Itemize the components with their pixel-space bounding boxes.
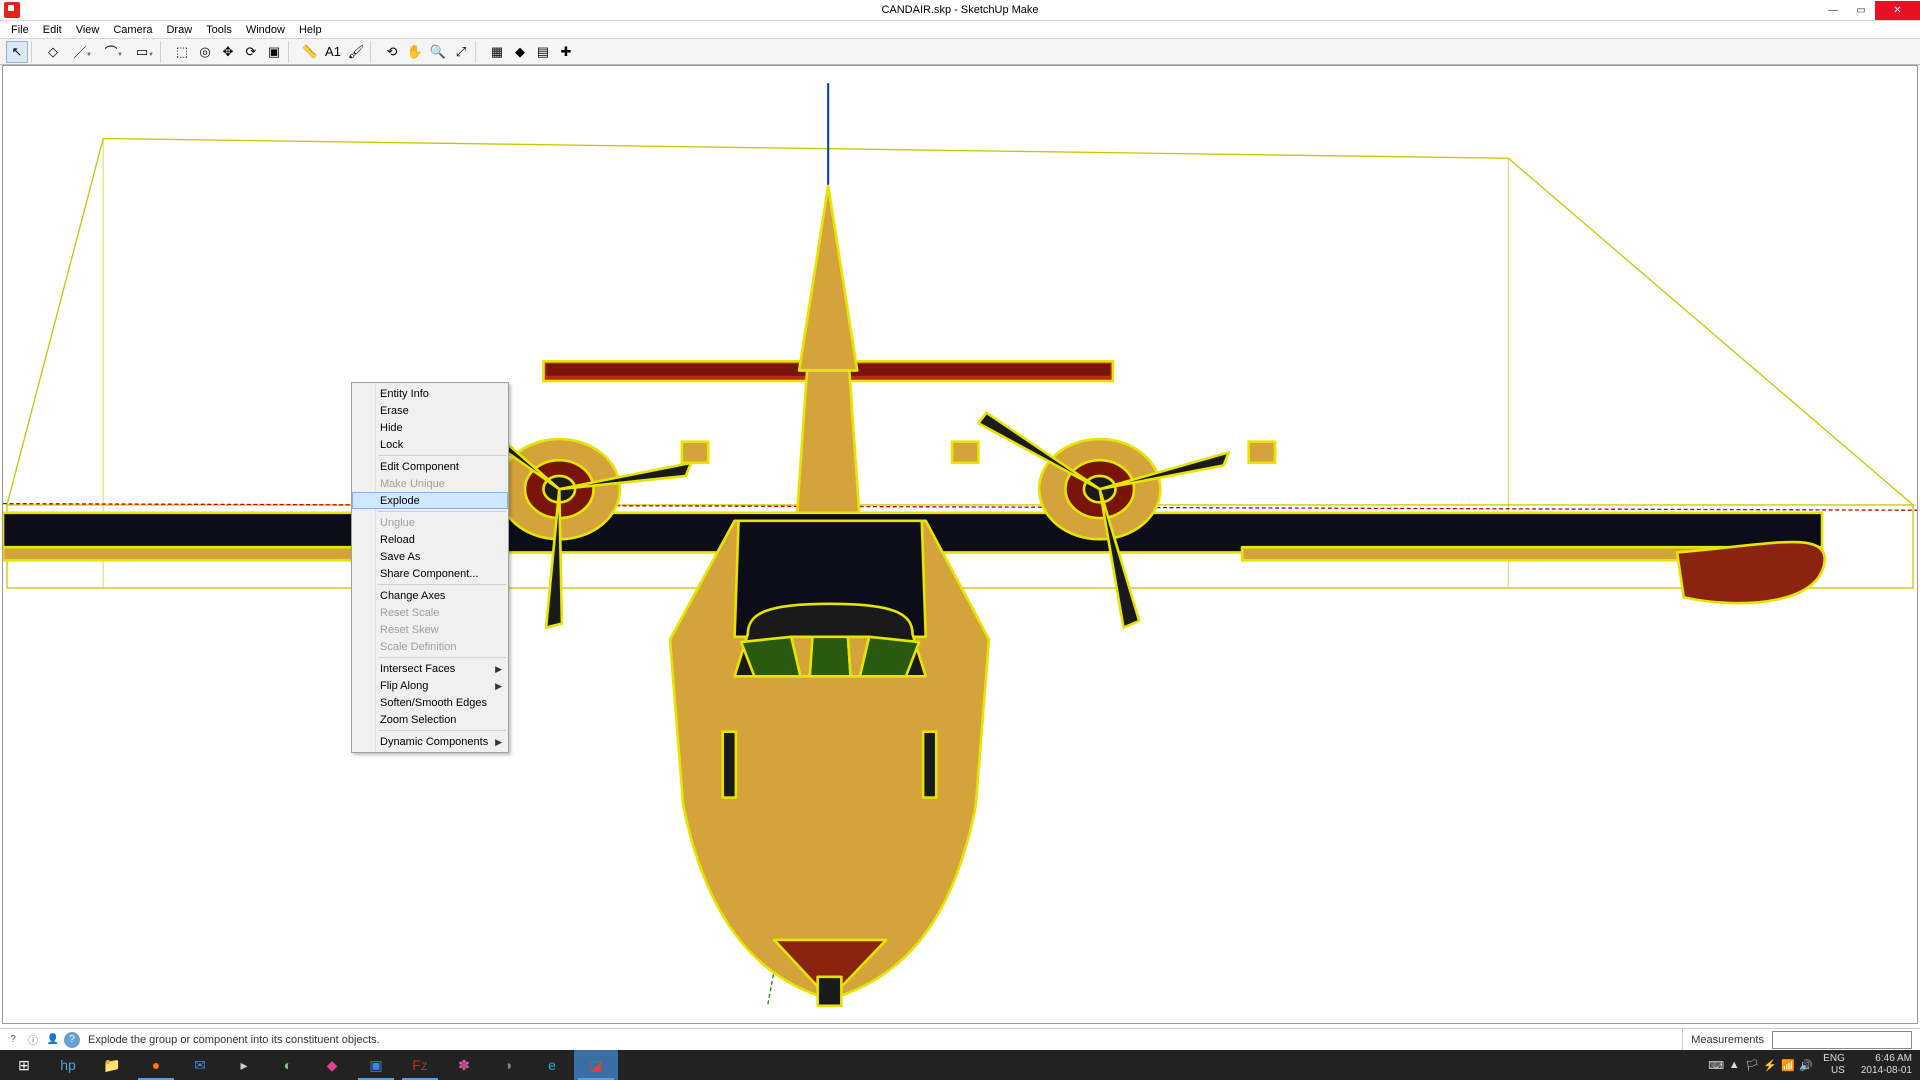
taskbar-sketchup[interactable]: ◪ [574, 1050, 618, 1080]
ctx-share-component[interactable]: Share Component... [352, 565, 508, 582]
ctx-lock[interactable]: Lock [352, 436, 508, 453]
tray-lang-top[interactable]: ENG [1823, 1053, 1845, 1065]
taskbar-painter[interactable]: ◐ [266, 1050, 310, 1080]
text-tool[interactable]: A1 [322, 41, 344, 63]
ctx-zoom-selection[interactable]: Zoom Selection [352, 711, 508, 728]
ctx-soften-smooth-edges[interactable]: Soften/Smooth Edges [352, 694, 508, 711]
ctx-reset-scale: Reset Scale [352, 604, 508, 621]
maximize-button[interactable]: ▭ [1847, 1, 1875, 20]
ctx-unglue: Unglue [352, 514, 508, 531]
info-icon[interactable]: ⓘ [24, 1031, 42, 1049]
ctx-reload[interactable]: Reload [352, 531, 508, 548]
ctx-change-axes[interactable]: Change Axes [352, 587, 508, 604]
status-hint: Explode the group or component into its … [88, 1034, 380, 1046]
ctx-reset-skew: Reset Skew [352, 621, 508, 638]
ctx-scale-definition: Scale Definition [352, 638, 508, 655]
measurements-input[interactable] [1772, 1031, 1912, 1049]
layers-tool[interactable]: ◆ [509, 41, 531, 63]
offset-tool[interactable]: ◎ [194, 41, 216, 63]
menu-tools[interactable]: Tools [199, 22, 239, 38]
ctx-save-as[interactable]: Save As [352, 548, 508, 565]
select-tool[interactable]: ↖ [6, 41, 28, 63]
ctx-intersect-faces[interactable]: Intersect Faces▶ [352, 660, 508, 677]
menu-bar: FileEditViewCameraDrawToolsWindowHelp [0, 21, 1920, 39]
ctx-hide[interactable]: Hide [352, 419, 508, 436]
context-menu: Entity InfoEraseHideLock Edit ComponentMa… [351, 382, 509, 753]
menu-window[interactable]: Window [239, 22, 292, 38]
menu-draw[interactable]: Draw [159, 22, 199, 38]
menu-camera[interactable]: Camera [106, 22, 159, 38]
taskbar-hp[interactable]: hp [46, 1050, 90, 1080]
menu-help[interactable]: Help [292, 22, 329, 38]
taskbar-acdsee[interactable]: ▸ [222, 1050, 266, 1080]
move-tool[interactable]: ✥ [217, 41, 239, 63]
viewport-3d[interactable]: Entity InfoEraseHideLock Edit ComponentMa… [2, 65, 1918, 1024]
tray-icon[interactable]: ▲ [1725, 1050, 1743, 1080]
zoom-tool[interactable]: 🔍 [427, 41, 449, 63]
outliner-tool[interactable]: ▤ [532, 41, 554, 63]
taskbar-paintnet[interactable]: ◆ [310, 1050, 354, 1080]
measurements-label: Measurements [1682, 1029, 1772, 1051]
ctx-explode[interactable]: Explode [352, 492, 508, 509]
taskbar-gimp[interactable]: ◑ [486, 1050, 530, 1080]
minimize-button[interactable]: — [1819, 1, 1847, 20]
ctx-entity-info[interactable]: Entity Info [352, 385, 508, 402]
ctx-erase[interactable]: Erase [352, 402, 508, 419]
menu-edit[interactable]: Edit [36, 22, 69, 38]
arc-tool[interactable]: ⌒▼ [96, 41, 126, 63]
windows-taskbar: ⊞hp📁●✉▸◐◆▣Fz✽◑e◪ ⌨▲🏳⚡📶🔊 ENG US 6:46 AM 20… [0, 1050, 1920, 1080]
tape-tool[interactable]: 📏 [299, 41, 321, 63]
taskbar-filezilla[interactable]: Fz [398, 1050, 442, 1080]
tooltip-help-icon[interactable]: ? [64, 1032, 80, 1048]
taskbar-ie[interactable]: e [530, 1050, 574, 1080]
ctx-flip-along[interactable]: Flip Along▶ [352, 677, 508, 694]
tray-icon[interactable]: 🏳 [1743, 1050, 1761, 1080]
orbit-tool[interactable]: ⟲ [381, 41, 403, 63]
taskbar-thunderbird[interactable]: ✉ [178, 1050, 222, 1080]
app-icon [4, 2, 20, 18]
tray-date[interactable]: 2014-08-01 [1861, 1065, 1912, 1077]
tray-icon[interactable]: 📶 [1779, 1050, 1797, 1080]
taskbar-firefox[interactable]: ● [134, 1050, 178, 1080]
help-icon[interactable]: ? [4, 1031, 22, 1049]
pushpull-tool[interactable]: ⬚ [171, 41, 193, 63]
taskbar-flower[interactable]: ✽ [442, 1050, 486, 1080]
zoom-extents-tool[interactable]: ⤢ [450, 41, 472, 63]
paint-tool[interactable]: 🖌 [345, 41, 367, 63]
extension-tool[interactable]: ✚ [555, 41, 577, 63]
toolbar: ↖ ◇／▼⌒▼▭▼ ⬚◎✥⟳▣ 📏A1🖌 ⟲✋🔍⤢ ▦◆▤✚ [0, 39, 1920, 65]
line-tool[interactable]: ／▼ [65, 41, 95, 63]
tray-icon[interactable]: ⚡ [1761, 1050, 1779, 1080]
user-icon[interactable]: 👤 [44, 1031, 62, 1049]
warehouse-tool[interactable]: ▦ [486, 41, 508, 63]
tray-icon[interactable]: ⌨ [1707, 1050, 1725, 1080]
shape-tool[interactable]: ▭▼ [127, 41, 157, 63]
status-bar: ? ⓘ 👤 ? Explode the group or component i… [0, 1028, 1920, 1050]
menu-file[interactable]: File [4, 22, 36, 38]
taskbar-start[interactable]: ⊞ [2, 1050, 46, 1080]
ctx-make-unique: Make Unique [352, 475, 508, 492]
ctx-dynamic-components[interactable]: Dynamic Components▶ [352, 733, 508, 750]
scale-tool[interactable]: ▣ [263, 41, 285, 63]
tray-lang-bot[interactable]: US [1823, 1065, 1845, 1077]
tray-time[interactable]: 6:46 AM [1861, 1053, 1912, 1065]
title-bar: CANDAIR.skp - SketchUp Make — ▭ ✕ [0, 0, 1920, 21]
taskbar-explorer[interactable]: 📁 [90, 1050, 134, 1080]
menu-view[interactable]: View [69, 22, 107, 38]
close-button[interactable]: ✕ [1875, 1, 1920, 20]
ctx-edit-component[interactable]: Edit Component [352, 458, 508, 475]
pan-tool[interactable]: ✋ [404, 41, 426, 63]
taskbar-snip[interactable]: ▣ [354, 1050, 398, 1080]
eraser-tool[interactable]: ◇ [42, 41, 64, 63]
tray-icon[interactable]: 🔊 [1797, 1050, 1815, 1080]
window-title: CANDAIR.skp - SketchUp Make [881, 4, 1038, 16]
rotate-tool[interactable]: ⟳ [240, 41, 262, 63]
